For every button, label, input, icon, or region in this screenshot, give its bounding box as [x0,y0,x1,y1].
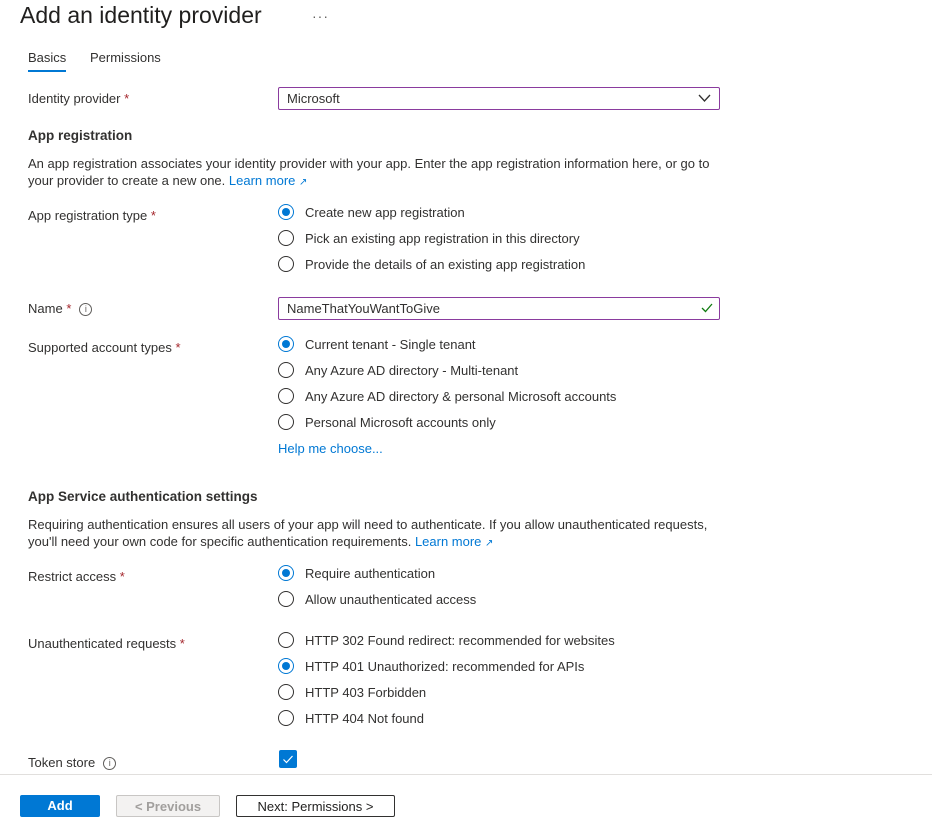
tab-permissions[interactable]: Permissions [90,50,161,65]
radio-button[interactable] [278,414,294,430]
radio-require-auth[interactable]: Require authentication [278,564,435,582]
name-label: Name * i [28,301,93,317]
external-link-icon: ↗ [299,177,308,188]
radio-button[interactable] [278,565,294,581]
next-permissions-button[interactable]: Next: Permissions > [236,795,395,817]
radio-button[interactable] [278,204,294,220]
app-registration-desc: An app registration associates your iden… [28,156,710,171]
radio-multi-tenant-personal[interactable]: Any Azure AD directory & personal Micros… [278,387,616,405]
footer-divider [0,774,932,775]
radio-button[interactable] [278,591,294,607]
chevron-down-icon [698,94,711,102]
restrict-access-label: Restrict access * [28,569,125,584]
form-scroll-area[interactable]: Basics Permissions Identity provider * M… [0,48,932,774]
radio-button[interactable] [278,632,294,648]
help-me-choose-link[interactable]: Help me choose... [278,441,383,456]
radio-http-302[interactable]: HTTP 302 Found redirect: recommended for… [278,631,615,649]
account-types-label: Supported account types * [28,340,181,355]
unauth-requests-label: Unauthenticated requests * [28,636,185,651]
radio-button[interactable] [278,658,294,674]
auth-settings-desc-2: you'll need your own code for specific a… [28,534,494,549]
name-value: NameThatYouWantToGive [287,301,440,316]
active-tab-indicator [28,70,66,72]
token-store-checkbox[interactable] [279,750,297,768]
radio-button[interactable] [278,230,294,246]
radio-button[interactable] [278,256,294,272]
radio-create-new[interactable]: Create new app registration [278,203,465,221]
previous-button[interactable]: < Previous [116,795,220,817]
page-title: Add an identity provider [20,2,262,28]
radio-button[interactable] [278,336,294,352]
radio-provide-details[interactable]: Provide the details of an existing app r… [278,255,585,273]
info-icon[interactable]: i [79,303,93,317]
radio-http-404[interactable]: HTTP 404 Not found [278,709,424,727]
identity-provider-dropdown[interactable]: Microsoft [278,87,720,110]
radio-button[interactable] [278,388,294,404]
identity-provider-label: Identity provider * [28,91,130,106]
more-options-icon[interactable]: ··· [312,8,329,24]
radio-personal-only[interactable]: Personal Microsoft accounts only [278,413,496,431]
learn-more-link[interactable]: Learn more [415,534,481,549]
radio-allow-unauth[interactable]: Allow unauthenticated access [278,590,476,608]
auth-settings-heading: App Service authentication settings [28,489,258,504]
radio-pick-existing[interactable]: Pick an existing app registration in thi… [278,229,580,247]
checkmark-icon [283,755,293,764]
checkmark-icon [701,303,713,313]
app-reg-type-label: App registration type * [28,208,156,223]
radio-multi-tenant[interactable]: Any Azure AD directory - Multi-tenant [278,361,518,379]
auth-settings-desc: Requiring authentication ensures all use… [28,517,708,532]
dropdown-value: Microsoft [287,91,340,106]
app-registration-desc-2: your provider to create a new one. Learn… [28,173,308,188]
app-registration-heading: App registration [28,128,133,143]
tab-basics[interactable]: Basics [28,50,66,65]
external-link-icon: ↗ [485,538,494,549]
token-store-label: Token store i [28,755,117,771]
radio-button[interactable] [278,710,294,726]
add-button[interactable]: Add [20,795,100,817]
radio-http-401[interactable]: HTTP 401 Unauthorized: recommended for A… [278,657,584,675]
info-icon[interactable]: i [103,757,117,771]
radio-http-403[interactable]: HTTP 403 Forbidden [278,683,426,701]
name-input[interactable]: NameThatYouWantToGive [278,297,720,320]
learn-more-link[interactable]: Learn more [229,173,295,188]
radio-single-tenant[interactable]: Current tenant - Single tenant [278,335,476,353]
radio-button[interactable] [278,362,294,378]
radio-button[interactable] [278,684,294,700]
